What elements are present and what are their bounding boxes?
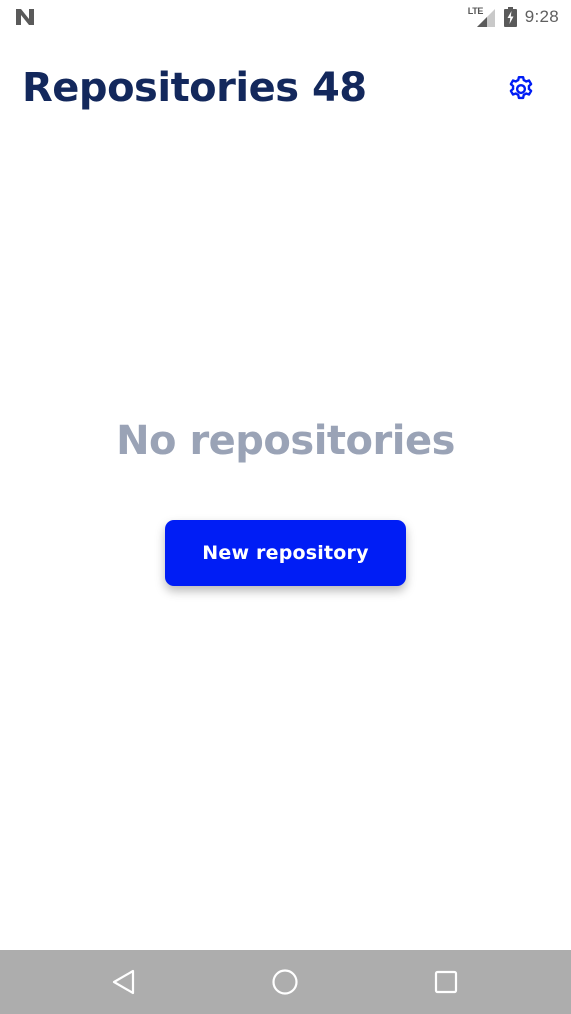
status-bar: LTE 9:28 <box>0 0 571 34</box>
signal-icon: LTE <box>468 6 496 27</box>
new-repository-button[interactable]: New repository <box>165 520 406 586</box>
home-icon <box>272 969 298 995</box>
recents-button[interactable] <box>426 962 466 1002</box>
notification-n-icon <box>14 7 36 27</box>
battery-charging-icon <box>503 7 517 27</box>
page-title: Repositories 48 <box>22 65 367 111</box>
empty-state-message: No repositories <box>116 418 455 464</box>
status-time: 9:28 <box>524 7 559 26</box>
recents-icon <box>434 970 458 994</box>
settings-button[interactable] <box>500 68 542 110</box>
back-icon <box>112 969 135 995</box>
back-button[interactable] <box>104 962 144 1002</box>
gear-icon <box>509 75 533 100</box>
navigation-bar <box>0 950 571 1014</box>
status-icons: LTE 9:28 <box>468 6 559 28</box>
home-button[interactable] <box>265 962 305 1002</box>
